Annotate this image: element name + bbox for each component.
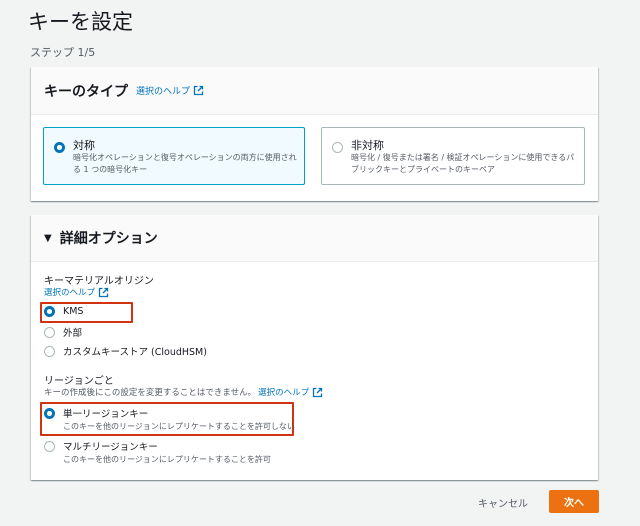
asymmetric-radio[interactable] bbox=[332, 142, 343, 153]
tile-asymmetric[interactable]: 非対称 暗号化 / 復号または署名 / 検証オペレーションに使用できるパブリック… bbox=[321, 127, 585, 185]
regionality-description-text: キーの作成後にこの設定を変更することはできません。 bbox=[44, 388, 257, 398]
asymmetric-title: 非対称 bbox=[351, 139, 384, 152]
key-type-help-link[interactable]: 選択のヘルプ bbox=[136, 84, 204, 97]
next-button[interactable]: 次へ bbox=[549, 490, 599, 513]
key-type-header: キーのタイプ 選択のヘルプ bbox=[31, 67, 598, 115]
origin-option-external[interactable]: 外部 bbox=[44, 325, 82, 339]
external-link-icon bbox=[193, 85, 204, 96]
key-type-panel: キーのタイプ 選択のヘルプ 対称 暗号化オペレーションと復号オペレーションの両方… bbox=[31, 67, 598, 201]
external-label: 外部 bbox=[63, 328, 83, 339]
advanced-options-title: 詳細オプション bbox=[59, 231, 158, 247]
region-option-multi[interactable]: マルチリージョンキー bbox=[44, 439, 158, 453]
step-indicator: ステップ 1/5 bbox=[30, 46, 96, 59]
origin-help-link[interactable]: 選択のヘルプ bbox=[44, 286, 109, 298]
custom-key-store-label: カスタムキーストア (CloudHSM) bbox=[63, 347, 207, 358]
kms-radio[interactable] bbox=[44, 306, 55, 317]
kms-label: KMS bbox=[63, 306, 84, 317]
origin-help-label: 選択のヘルプ bbox=[44, 288, 96, 298]
regionality-help-link[interactable]: 選択のヘルプ bbox=[258, 386, 323, 398]
symmetric-description: 暗号化オペレーションと復号オペレーションの両方に使用される 1 つの暗号化キー bbox=[73, 153, 297, 174]
cancel-button[interactable]: キャンセル bbox=[478, 495, 528, 510]
page-title: キーを設定 bbox=[28, 10, 133, 34]
single-region-description: このキーを他のリージョンにレプリケートすることを許可しない bbox=[63, 422, 295, 431]
region-option-single[interactable]: 単一リージョンキー bbox=[44, 406, 148, 420]
regionality-help-label: 選択のヘルプ bbox=[258, 388, 310, 398]
external-radio[interactable] bbox=[44, 326, 55, 338]
single-region-label: 単一リージョンキー bbox=[63, 409, 149, 420]
origin-option-kms[interactable]: KMS bbox=[44, 306, 83, 317]
multi-region-radio[interactable] bbox=[44, 440, 55, 452]
tile-symmetric[interactable]: 対称 暗号化オペレーションと復号オペレーションの両方に使用される 1 つの暗号化… bbox=[43, 127, 305, 185]
single-region-radio[interactable] bbox=[44, 407, 55, 419]
symmetric-radio[interactable] bbox=[54, 142, 65, 153]
asymmetric-description: 暗号化 / 復号または署名 / 検証オペレーションに使用できるパブリックキーとプ… bbox=[351, 153, 575, 174]
multi-region-description: このキーを他のリージョンにレプリケートすることを許可 bbox=[63, 455, 271, 464]
origin-option-custom-key-store[interactable]: カスタムキーストア (CloudHSM) bbox=[44, 344, 207, 358]
key-type-title: キーのタイプ bbox=[44, 83, 128, 100]
advanced-options-panel: ▼ 詳細オプション キーマテリアルオリジン 選択のヘルプ KMS 外部 カスタム… bbox=[31, 215, 598, 480]
advanced-options-header[interactable]: ▼ 詳細オプション bbox=[31, 215, 598, 262]
external-link-icon bbox=[98, 287, 109, 298]
symmetric-title: 対称 bbox=[73, 139, 95, 152]
origin-label: キーマテリアルオリジン bbox=[44, 276, 154, 287]
regionality-label: リージョンごと bbox=[44, 376, 114, 387]
multi-region-label: マルチリージョンキー bbox=[63, 442, 158, 453]
regionality-description: キーの作成後にこの設定を変更することはできません。 選択のヘルプ bbox=[44, 386, 323, 398]
key-type-help-label: 選択のヘルプ bbox=[136, 87, 191, 97]
caret-down-icon[interactable]: ▼ bbox=[44, 233, 52, 244]
external-link-icon bbox=[312, 387, 323, 398]
custom-key-store-radio[interactable] bbox=[44, 345, 55, 357]
